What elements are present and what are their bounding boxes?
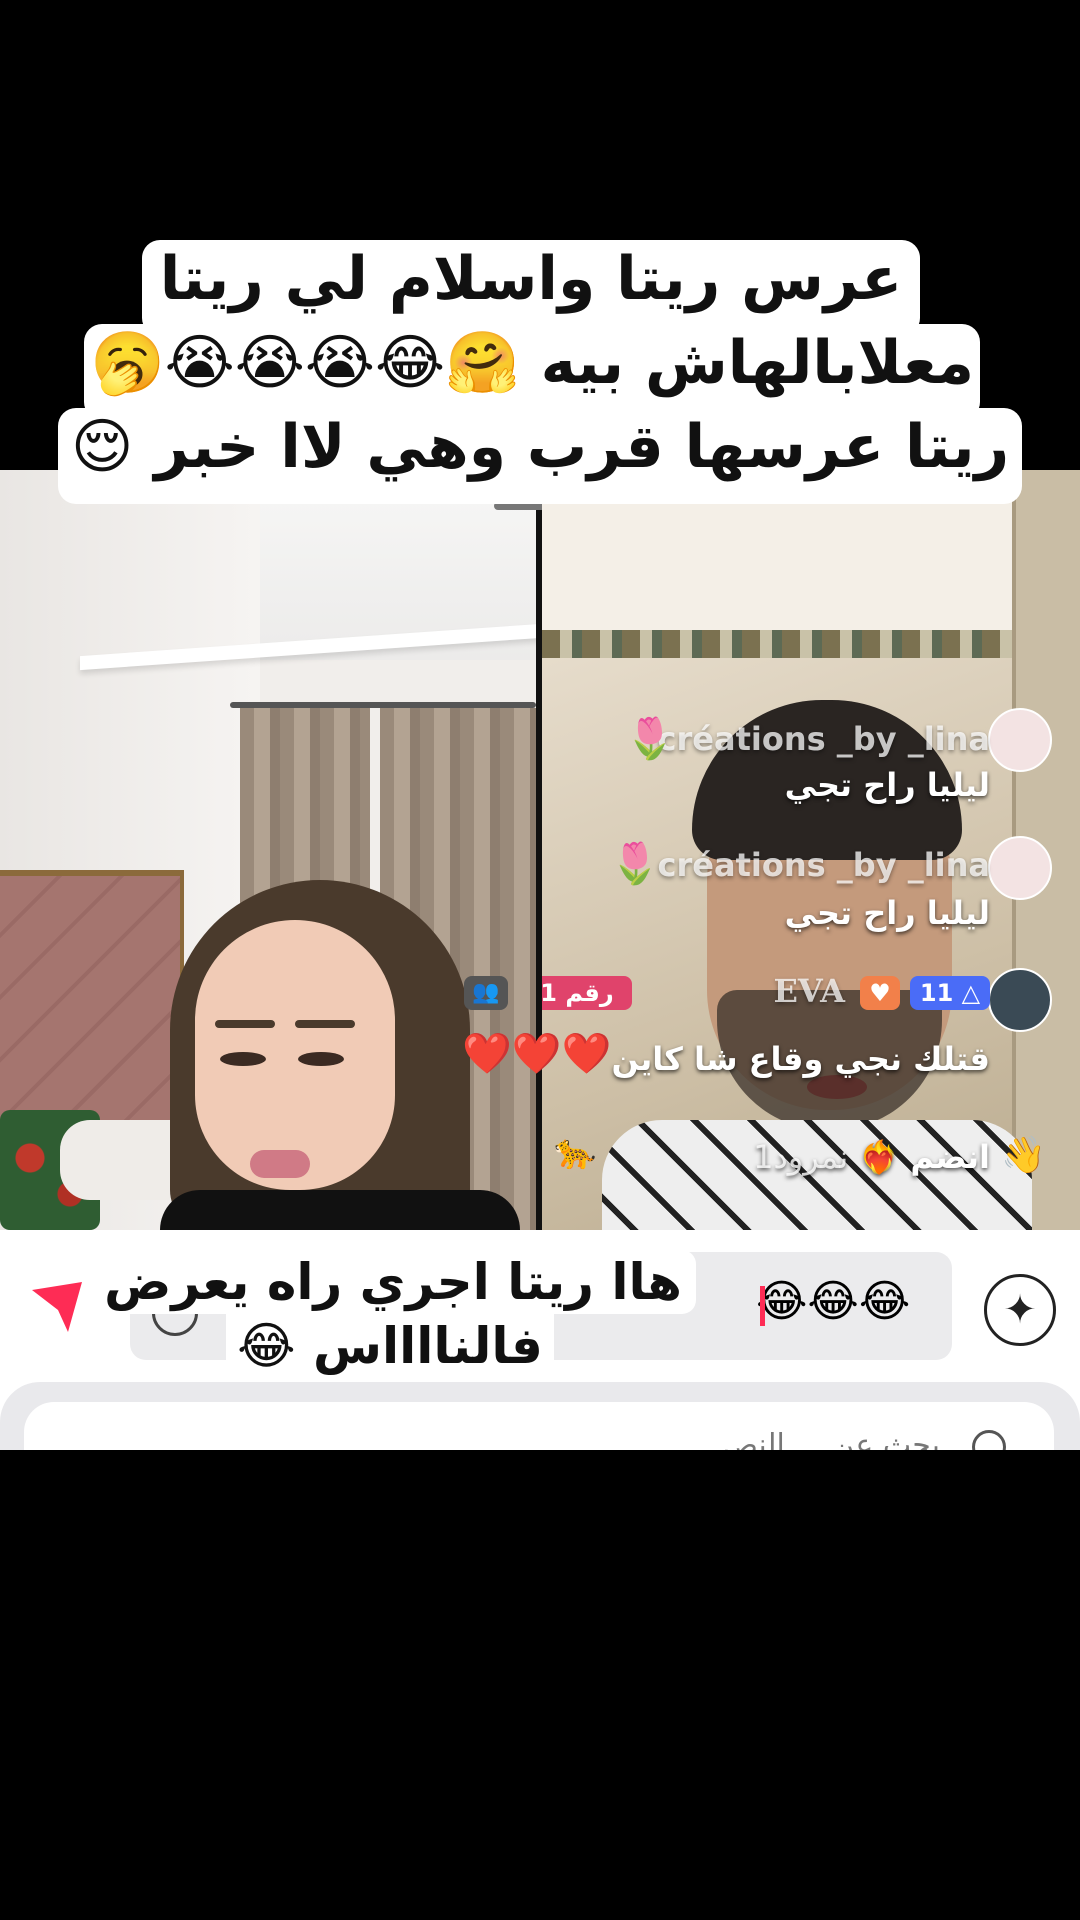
live-video-split: 🐆 créations _by _lina 🌷 ليليا راح تجي cr… [0, 470, 1080, 1230]
chat-avatar[interactable] [988, 968, 1052, 1032]
eye [220, 1052, 266, 1066]
right-video-panel[interactable]: 🐆 créations _by _lina 🌷 ليليا راح تجي cr… [542, 470, 1080, 1230]
caption-line-1: عرس ريتا واسلام لي ريتا [142, 240, 920, 336]
caption-line-2: معلابالهاش بيه 🤗😂😭😭😭🥱 [84, 324, 980, 420]
bottom-black-bar [0, 1450, 1080, 1920]
chat-message: ليليا راح تجي [784, 766, 990, 804]
eye [298, 1052, 344, 1066]
left-video-panel[interactable] [0, 470, 536, 1230]
chat-username[interactable]: créations _by _lina [658, 720, 990, 758]
chat-username[interactable]: créations _by _lina [658, 846, 990, 884]
leopard-figurine-icon: 🐆 [554, 1132, 597, 1172]
heart-badge-icon: ♥ [860, 976, 900, 1010]
chat-username[interactable]: EVA [773, 972, 845, 1010]
reply-caption-line-1: هاا ريتا اجري راه يعرض [90, 1250, 696, 1314]
ai-sparkle-icon[interactable]: ✦ [984, 1274, 1056, 1346]
chat-message: ليليا راح تجي [784, 894, 990, 932]
eyebrow [215, 1020, 275, 1028]
tulip-icon: 🌷 [625, 716, 675, 762]
black-top [160, 1190, 520, 1230]
headboard [0, 870, 184, 1136]
wall-border [542, 630, 1080, 658]
send-icon[interactable] [28, 1276, 88, 1336]
lips [250, 1150, 310, 1178]
chat-avatar[interactable] [988, 836, 1052, 900]
join-notice: انضم ❤️‍🔥 نمرود1 [753, 1138, 990, 1176]
chat-avatar[interactable] [988, 708, 1052, 772]
eyebrow [295, 1020, 355, 1028]
man-mouth [807, 1075, 867, 1099]
users-icon: 👥 [464, 976, 508, 1010]
comment-emojis: 😂😂😂 [756, 1276, 911, 1327]
caption-line-3: ريتا عرسها قرب وهي لاا خبر 😌 [58, 408, 1022, 504]
rank-badge: رقم 1 [542, 976, 632, 1010]
chat-message: قتلك نجي وقاع شا كاين [611, 1040, 990, 1078]
level-badge: 11 △ [910, 976, 990, 1010]
tulip-icon: 🌷 [610, 841, 660, 887]
wave-hand-icon: 👋 [1001, 1135, 1046, 1176]
hearts-emoji: ❤️❤️❤️ [462, 1031, 612, 1077]
text-cursor [760, 1286, 765, 1326]
reply-caption-line-2: فالنااااس 😂 [226, 1314, 554, 1378]
